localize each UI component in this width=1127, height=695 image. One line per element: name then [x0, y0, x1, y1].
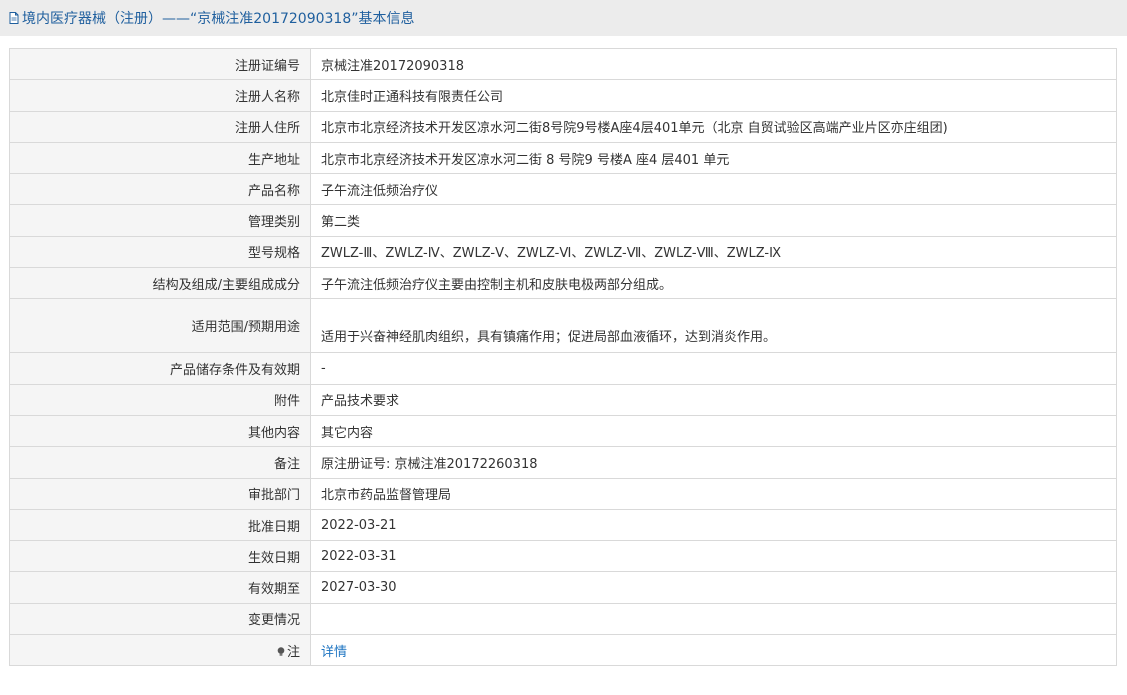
table-row: 结构及组成/主要组成成分 子午流注低频治疗仪主要由控制主机和皮肤电极两部分组成。 — [9, 267, 1117, 300]
field-value: 京械注准20172090318 — [310, 47, 1117, 81]
table-row: 注册人名称 北京佳时正通科技有限责任公司 — [9, 79, 1117, 112]
field-label: 注册证编号 — [9, 47, 311, 81]
page-header: 境内医疗器械（注册）——“京械注准20172090318”基本信息 — [0, 0, 1127, 36]
field-value: 产品技术要求 — [310, 383, 1117, 416]
field-label: 备注 — [9, 446, 311, 479]
field-value: 适用于兴奋神经肌肉组织，具有镇痛作用；促进局部血液循环，达到消炎作用。 — [310, 298, 1117, 354]
table-row: 管理类别 第二类 — [9, 204, 1117, 237]
field-value: ZWLZ-Ⅲ、ZWLZ-Ⅳ、ZWLZ-Ⅴ、ZWLZ-Ⅵ、ZWLZ-Ⅶ、ZWLZ-… — [310, 235, 1117, 269]
field-value: 子午流注低频治疗仪主要由控制主机和皮肤电极两部分组成。 — [310, 267, 1117, 300]
field-value: 原注册证号: 京械注准20172260318 — [310, 446, 1117, 479]
table-row: 注册证编号 京械注准20172090318 — [9, 47, 1117, 81]
table-row: 有效期至 2027-03-30 — [9, 571, 1117, 604]
table-row: 批准日期 2022-03-21 — [9, 508, 1117, 542]
note-row: 注 详情 — [9, 634, 1117, 667]
table-row: 生效日期 2022-03-31 — [9, 540, 1117, 573]
field-value: 第二类 — [310, 204, 1117, 237]
table-row: 产品名称 子午流注低频治疗仪 — [9, 173, 1117, 206]
note-label: 注 — [286, 644, 300, 660]
field-label: 生效日期 — [9, 540, 311, 573]
note-label-cell: 注 — [9, 634, 311, 667]
lightbulb-icon — [277, 646, 285, 656]
table-row: 注册人住所 北京市北京经济技术开发区凉水河二街8号院9号楼A座4层401单元（北京… — [9, 110, 1117, 143]
field-label: 附件 — [9, 383, 311, 416]
field-value: 北京市北京经济技术开发区凉水河二街8号院9号楼A座4层401单元（北京 自贸试验… — [310, 110, 1117, 143]
field-value: 2027-03-30 — [310, 571, 1117, 604]
field-label: 产品储存条件及有效期 — [9, 352, 311, 385]
table-row: 附件 产品技术要求 — [9, 383, 1117, 416]
field-label: 审批部门 — [9, 477, 311, 510]
field-value: 2022-03-31 — [310, 540, 1117, 573]
note-value-cell: 详情 — [310, 634, 1117, 667]
field-label: 结构及组成/主要组成成分 — [9, 267, 311, 300]
table-row: 变更情况 — [9, 602, 1117, 636]
field-value: 北京佳时正通科技有限责任公司 — [310, 79, 1117, 112]
device-info-table: 注册证编号 京械注准20172090318 注册人名称 北京佳时正通科技有限责任公司注… — [9, 47, 1117, 667]
field-value: 其它内容 — [310, 414, 1117, 448]
field-value: 2022-03-21 — [310, 508, 1117, 542]
field-label: 变更情况 — [9, 602, 311, 636]
field-value: - — [310, 352, 1117, 385]
field-label: 产品名称 — [9, 173, 311, 206]
field-value: 北京市北京经济技术开发区凉水河二街 8 号院9 号楼A 座4 层401 单元 — [310, 141, 1117, 175]
details-link[interactable]: 详情 — [321, 645, 347, 660]
field-label: 注册人住所 — [9, 110, 311, 143]
field-label: 其他内容 — [9, 414, 311, 448]
table-row: 备注 原注册证号: 京械注准20172260318 — [9, 446, 1117, 479]
info-table-container: 注册证编号 京械注准20172090318 注册人名称 北京佳时正通科技有限责任公司注… — [9, 47, 1117, 667]
field-label: 适用范围/预期用途 — [9, 298, 311, 354]
field-value — [310, 602, 1117, 636]
document-icon — [9, 12, 19, 24]
table-row: 产品储存条件及有效期 - — [9, 352, 1117, 385]
field-label: 有效期至 — [9, 571, 311, 604]
field-value: 北京市药品监督管理局 — [310, 477, 1117, 510]
field-label: 生产地址 — [9, 141, 311, 175]
page-title: 境内医疗器械（注册）——“京械注准20172090318”基本信息 — [22, 11, 415, 27]
table-row: 其他内容 其它内容 — [9, 414, 1117, 448]
field-label: 型号规格 — [9, 235, 311, 269]
field-label: 管理类别 — [9, 204, 311, 237]
field-label: 注册人名称 — [9, 79, 311, 112]
field-value: 子午流注低频治疗仪 — [310, 173, 1117, 206]
table-row: 生产地址 北京市北京经济技术开发区凉水河二街 8 号院9 号楼A 座4 层401 … — [9, 141, 1117, 175]
table-row: 审批部门 北京市药品监督管理局 — [9, 477, 1117, 510]
field-label: 批准日期 — [9, 508, 311, 542]
table-row: 适用范围/预期用途 适用于兴奋神经肌肉组织，具有镇痛作用；促进局部血液循环，达到消… — [9, 298, 1117, 354]
table-row: 型号规格 ZWLZ-Ⅲ、ZWLZ-Ⅳ、ZWLZ-Ⅴ、ZWLZ-Ⅵ、ZWLZ-Ⅶ、Z… — [9, 235, 1117, 269]
